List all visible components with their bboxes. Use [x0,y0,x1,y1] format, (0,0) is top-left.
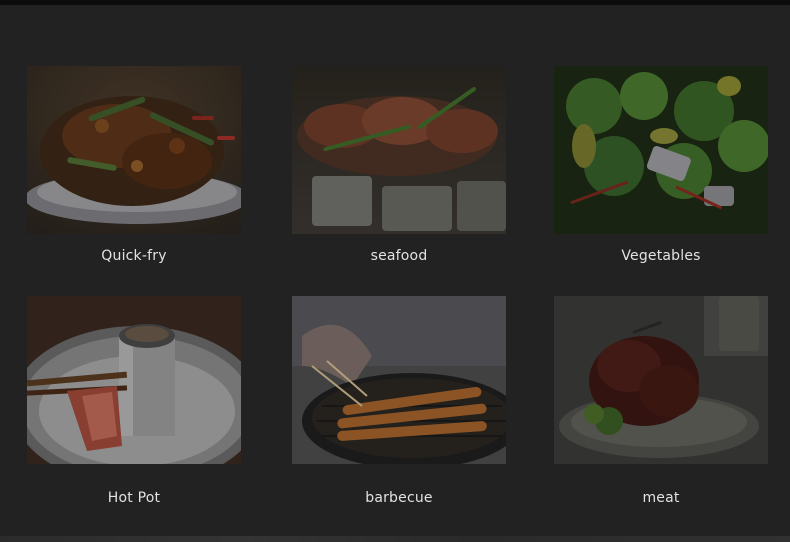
braised-meat-image [554,296,768,464]
category-tile-barbecue[interactable]: barbecue [292,296,506,506]
category-tile-seafood[interactable]: seafood [292,66,506,264]
seafood-dish-image [292,66,506,234]
category-label: Hot Pot [107,490,161,506]
category-label: barbecue [365,490,433,506]
category-label: Vegetables [621,248,701,264]
barbecue-skewers-image [292,296,506,464]
category-label: seafood [370,248,428,264]
category-label: Quick-fry [101,248,167,264]
category-tile-quick-fry[interactable]: Quick-fry [27,66,241,264]
category-tile-hot-pot[interactable]: Hot Pot [27,296,241,506]
category-label: meat [642,490,680,506]
vegetable-salad-image [554,66,768,234]
category-tile-vegetables[interactable]: Vegetables [554,66,768,264]
category-grid-screen: Quick-fry seafood Vegetables Hot Pot bar… [0,0,790,542]
stir-fry-dish-image [27,66,241,234]
top-bar [0,0,790,5]
category-tile-meat[interactable]: meat [554,296,768,506]
bottom-strip [0,536,790,542]
hot-pot-image [27,296,241,464]
